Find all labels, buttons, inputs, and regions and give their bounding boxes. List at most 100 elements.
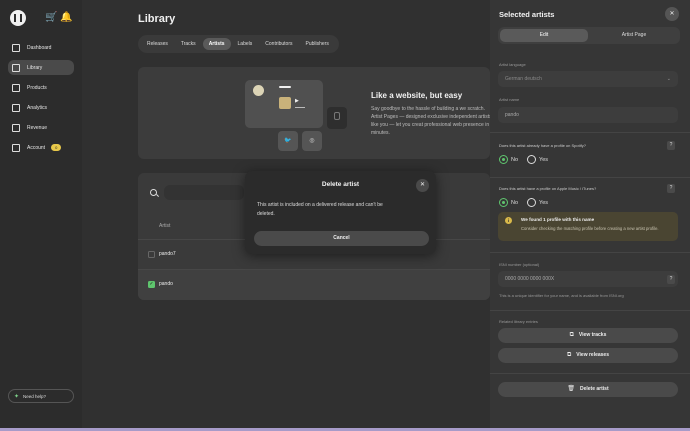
sidebar-item-label: Library: [27, 64, 43, 71]
related-label: Related library entries: [499, 319, 538, 324]
dialog-title: Delete artist: [321, 181, 360, 188]
sidebar-item-library[interactable]: Library: [8, 60, 74, 75]
panel-tabs: Edit Artist Page: [498, 27, 680, 44]
revenue-icon: [12, 123, 20, 132]
search-icon: [150, 189, 157, 196]
account-icon: [12, 143, 20, 152]
page-title: Library: [138, 13, 176, 25]
sidebar: 🛒 🔔 Dashboard Library Products Analytics…: [0, 0, 82, 428]
sidebar-item-label: Products: [27, 84, 47, 91]
isni-label: ISNI number (optional): [499, 262, 540, 267]
instagram-icon: ◎: [302, 131, 322, 151]
twitter-icon: 🐦: [278, 131, 298, 151]
spotify-radio-group: No Yes: [499, 155, 548, 164]
close-icon[interactable]: ✕: [665, 7, 679, 21]
artist-name-field[interactable]: pando: [498, 107, 678, 123]
delete-artist-label: Delete artist: [580, 386, 609, 392]
tab-releases[interactable]: Releases: [141, 38, 174, 50]
panel-title: Selected artists: [499, 10, 555, 19]
apple-no-radio[interactable]: [499, 198, 508, 207]
tab-artist-page[interactable]: Artist Page: [590, 29, 678, 42]
library-tabs: Releases Tracks Artists Labels Contribut…: [138, 35, 339, 53]
help-icon[interactable]: ?: [667, 184, 675, 193]
phone-icon: [334, 112, 340, 120]
notice-text: Consider checking the matching profile b…: [521, 226, 659, 231]
sidebar-item-label: Revenue: [27, 124, 48, 131]
apple-radio-group: No Yes: [499, 198, 548, 207]
tab-contributors[interactable]: Contributors: [259, 38, 298, 50]
sparkle-icon: ✦: [14, 393, 20, 400]
tab-edit[interactable]: Edit: [500, 29, 588, 42]
delete-artist-dialog: Delete artist ✕ This artist is included …: [245, 171, 436, 254]
row-checkbox[interactable]: ✓: [148, 281, 155, 288]
view-tracks-button[interactable]: ⧉ View tracks: [498, 328, 678, 343]
tab-publishers[interactable]: Publishers: [300, 38, 335, 50]
tab-labels[interactable]: Labels: [232, 38, 259, 50]
isni-placeholder: 0000 0000 0000 000X: [505, 276, 555, 282]
spotify-yes-radio[interactable]: [527, 155, 537, 164]
language-label: Artist language: [499, 62, 526, 67]
cart-icon[interactable]: 🛒: [45, 12, 57, 24]
delete-artist-button[interactable]: 🗑 Delete artist: [498, 382, 678, 397]
radio-label: Yes: [539, 156, 549, 163]
artist-name-value: pando: [505, 112, 519, 118]
analytics-icon: [12, 103, 20, 112]
profile-found-notice: i We found 1 profile with this name Cons…: [498, 212, 678, 241]
tab-tracks[interactable]: Tracks: [175, 38, 202, 50]
view-releases-label: View releases: [576, 352, 609, 358]
view-releases-button[interactable]: ⧉ View releases: [498, 348, 678, 363]
play-icon: ▶: [295, 98, 299, 104]
close-icon[interactable]: ✕: [416, 179, 429, 192]
search-input[interactable]: [164, 185, 244, 200]
bell-icon[interactable]: 🔔: [60, 12, 72, 24]
language-select[interactable]: German deutsch ⌄: [498, 71, 678, 87]
radio-label: Yes: [539, 199, 549, 206]
home-icon: [12, 43, 20, 52]
promo-text: Say goodbye to the hassle of building a …: [371, 106, 490, 136]
external-link-icon: ⧉: [566, 352, 572, 358]
sidebar-item-products[interactable]: Products: [8, 80, 74, 95]
sidebar-item-label: Account: [27, 144, 46, 151]
promo-title: Like a website, but easy: [371, 91, 463, 100]
artist-name: pando7: [159, 251, 176, 257]
avatar-illustration: [253, 85, 264, 96]
trash-icon: 🗑: [567, 386, 575, 392]
dialog-message: This artist is included on a delivered r…: [257, 202, 383, 217]
notice-title: We found 1 profile with this name: [521, 217, 595, 222]
help-label: Need help?: [23, 393, 47, 399]
name-label: Artist name: [499, 97, 520, 102]
sidebar-item-revenue[interactable]: Revenue: [8, 120, 74, 135]
app-window: 🛒 🔔 Dashboard Library Products Analytics…: [0, 0, 690, 428]
help-icon[interactable]: ?: [667, 275, 675, 284]
tab-artists[interactable]: Artists: [202, 38, 231, 50]
help-icon[interactable]: ?: [667, 141, 675, 150]
radio-label: No: [511, 199, 519, 206]
language-value: German deutsch: [505, 76, 542, 82]
library-icon: [12, 63, 20, 72]
help-button[interactable]: ✦ Need help?: [8, 389, 74, 403]
account-badge: 0: [51, 144, 62, 151]
spotify-no-radio[interactable]: [499, 155, 508, 164]
artist-name: pando: [159, 281, 173, 287]
products-icon: [12, 83, 20, 92]
external-link-icon: ⧉: [569, 332, 574, 338]
artist-page-promo: ▶ 🐦 ◎ Like a website, but easy Say goodb…: [138, 67, 490, 159]
chevron-down-icon: ⌄: [666, 76, 671, 82]
isni-hint: This is a unique identifier for your nam…: [499, 293, 624, 298]
table-row[interactable]: ✓ pando: [138, 270, 490, 300]
apple-yes-radio[interactable]: [527, 198, 537, 207]
logo-icon[interactable]: [10, 10, 26, 26]
info-icon: i: [505, 217, 512, 224]
row-checkbox[interactable]: [148, 251, 155, 258]
sidebar-item-label: Analytics: [27, 104, 48, 111]
sidebar-item-account[interactable]: Account 0: [8, 140, 74, 155]
sidebar-item-label: Dashboard: [27, 44, 52, 51]
sidebar-item-analytics[interactable]: Analytics: [8, 100, 74, 115]
selected-artists-panel: Selected artists ✕ Edit Artist Page Arti…: [490, 0, 690, 428]
apple-question: Does this artist have a profile on Apple…: [499, 186, 597, 191]
sidebar-item-dashboard[interactable]: Dashboard: [8, 40, 74, 55]
radio-label: No: [511, 156, 519, 163]
cancel-button[interactable]: Cancel: [254, 231, 429, 246]
column-header-artist: Artist: [159, 223, 171, 229]
isni-input[interactable]: 0000 0000 0000 000X: [498, 271, 678, 287]
